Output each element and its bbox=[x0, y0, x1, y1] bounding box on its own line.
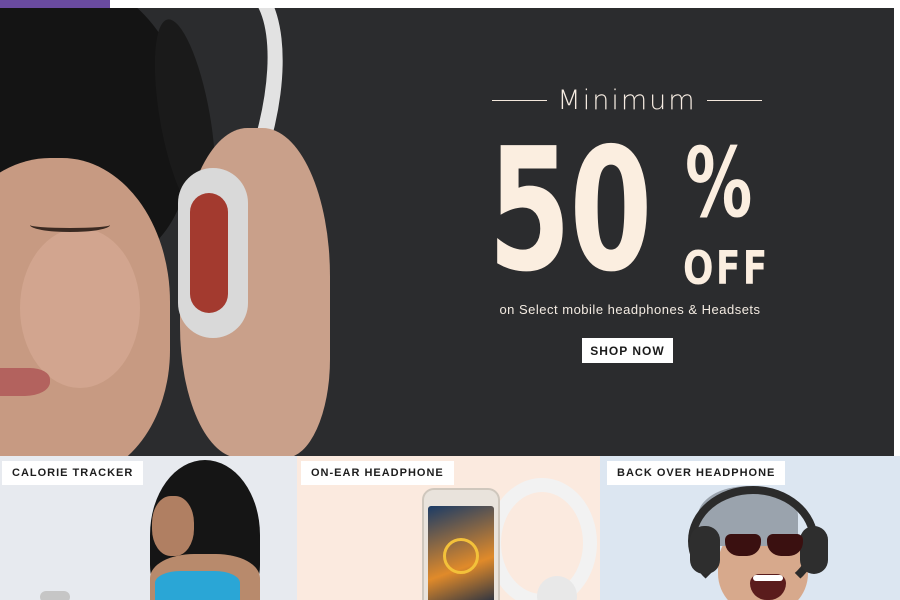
top-strip bbox=[0, 0, 900, 8]
divider-right bbox=[706, 99, 762, 101]
tile-label[interactable]: ON-EAR HEADPHONE bbox=[301, 461, 454, 485]
earcup-cushion-shape bbox=[190, 193, 228, 313]
tile-back-over-headphone[interactable]: BACK OVER HEADPHONE bbox=[600, 456, 900, 600]
teeth-shape bbox=[753, 575, 783, 581]
category-tiles: CALORIE TRACKER ON-EAR HEADPHONE BACK OV… bbox=[0, 456, 900, 600]
minimum-label: Minimum bbox=[557, 84, 697, 116]
fitness-band-shape bbox=[40, 591, 70, 600]
closed-eye-shape bbox=[30, 218, 110, 232]
model-face-shape bbox=[152, 496, 194, 556]
tile-label[interactable]: BACK OVER HEADPHONE bbox=[607, 461, 786, 485]
promo-block: Minimum 50 % OFF on Select mobile headph… bbox=[480, 8, 780, 456]
tile-calorie-tracker[interactable]: CALORIE TRACKER bbox=[0, 456, 297, 600]
divider-left bbox=[492, 99, 548, 101]
percent-sign: % bbox=[685, 127, 753, 239]
tile-on-ear-headphone[interactable]: ON-EAR HEADPHONE bbox=[297, 456, 600, 600]
accent-bar bbox=[0, 0, 110, 8]
sunglass-lens-right bbox=[767, 534, 803, 556]
music-visualizer-ring bbox=[443, 538, 479, 574]
discount-number: 50 bbox=[488, 112, 652, 310]
sunglass-lens-left bbox=[725, 534, 761, 556]
tile-label[interactable]: CALORIE TRACKER bbox=[2, 461, 144, 485]
hero-banner[interactable]: Minimum 50 % OFF on Select mobile headph… bbox=[0, 8, 894, 456]
sports-top-shape bbox=[155, 571, 240, 600]
shop-now-button[interactable]: SHOP NOW bbox=[582, 338, 673, 363]
lips-shape bbox=[0, 368, 50, 396]
hero-model-image bbox=[0, 8, 340, 456]
promo-subline: on Select mobile headphones & Headsets bbox=[499, 302, 761, 317]
minimum-heading-row: Minimum bbox=[492, 84, 762, 116]
off-label: OFF bbox=[683, 241, 770, 295]
headphone-left-cup bbox=[690, 526, 720, 574]
sunglasses-shape bbox=[725, 534, 805, 556]
